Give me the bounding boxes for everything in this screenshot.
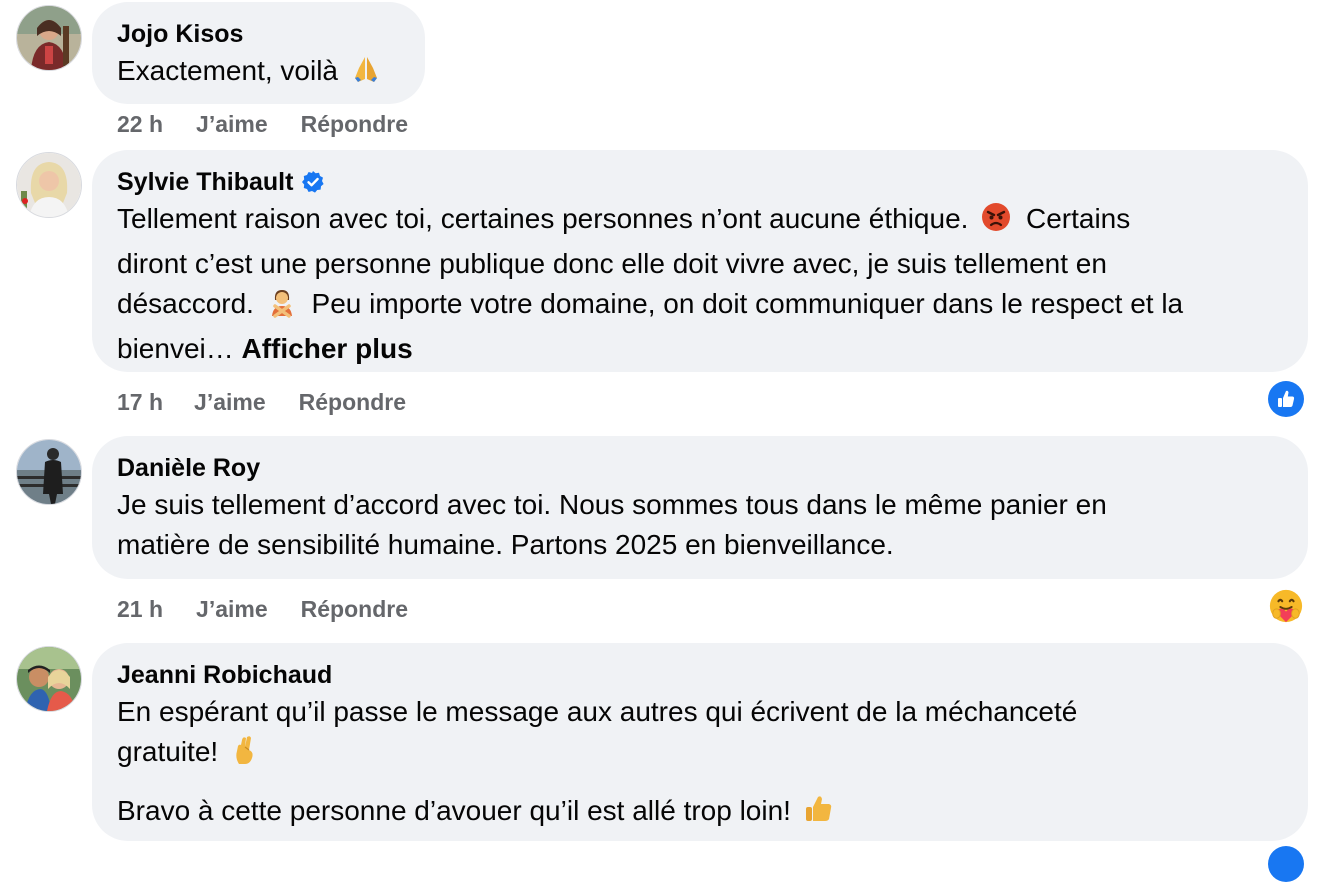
person-gesturing-no-icon (266, 286, 298, 329)
comment-text: Exactement, voilà (117, 51, 401, 96)
comment-text: En espérant qu’il passe le message aux a… (117, 692, 1284, 836)
comment-timestamp[interactable]: 21 h (117, 595, 163, 623)
comment-text-segment: diront c’est une personne publique donc … (117, 248, 1107, 279)
reply-button[interactable]: Répondre (299, 388, 406, 416)
like-button[interactable]: J’aime (196, 595, 268, 623)
comment-text-segment: désaccord. (117, 288, 254, 319)
avatar-daniele-roy[interactable] (16, 439, 82, 505)
like-button[interactable]: J’aime (196, 110, 268, 138)
crossed-fingers-icon (230, 734, 260, 777)
comment-text: Je suis tellement d’accord avec toi. Nou… (117, 485, 1284, 565)
author-name[interactable]: Jeanni Robichaud (117, 660, 332, 690)
comment-text-segment: Tellement raison avec toi, certaines per… (117, 203, 969, 234)
comment-paragraph: En espérant qu’il passe le message aux a… (117, 692, 1284, 777)
comment-text-segment: Peu importe votre domaine, on doit commu… (311, 288, 1184, 319)
comment-actions: 17 h J’aime Répondre (117, 388, 406, 416)
reply-button[interactable]: Répondre (301, 110, 408, 138)
thumbs-up-icon (803, 793, 835, 836)
comment-line: En espérant qu’il passe le message aux a… (117, 696, 1078, 727)
comment-author[interactable]: Jeanni Robichaud (117, 660, 1284, 690)
author-name[interactable]: Jojo Kisos (117, 19, 243, 49)
see-more-link[interactable]: Afficher plus (242, 333, 413, 364)
comment-line: Je suis tellement d’accord avec toi. Nou… (117, 489, 1107, 520)
like-reaction-icon[interactable] (1268, 381, 1304, 417)
care-reaction-icon[interactable] (1268, 588, 1304, 624)
author-name[interactable]: Danièle Roy (117, 453, 260, 483)
comment-author[interactable]: Sylvie Thibault (117, 167, 1284, 197)
comment-timestamp[interactable]: 22 h (117, 110, 163, 138)
folded-hands-icon (350, 53, 382, 96)
angry-face-icon (980, 201, 1012, 244)
avatar-jojo-kisos[interactable] (16, 5, 82, 71)
comment-author[interactable]: Jojo Kisos (117, 19, 401, 49)
comment-line: diront c’est une personne publique donc … (117, 244, 1284, 284)
comment-line: Bravo à cette personne d’avouer qu’il es… (117, 795, 791, 826)
comment-bubble: Danièle Roy Je suis tellement d’accord a… (92, 436, 1308, 579)
comment-actions: 21 h J’aime Répondre (117, 595, 408, 623)
comment-line: Tellement raison avec toi, certaines per… (117, 199, 1284, 244)
comment-line: bienvei… Afficher plus (117, 329, 1284, 369)
comment-bubble: Jeanni Robichaud En espérant qu’il passe… (92, 643, 1308, 841)
avatar-jeanni-robichaud[interactable] (16, 646, 82, 712)
comment-line: désaccord. Peu importe votre domaine, on… (117, 284, 1284, 329)
comment-text: Tellement raison avec toi, certaines per… (117, 199, 1284, 369)
comment-text-segment: bienvei… (117, 333, 234, 364)
like-button[interactable]: J’aime (194, 388, 266, 416)
comment-bubble: Sylvie Thibault Tellement raison avec to… (92, 150, 1308, 372)
comment-line: gratuite! (117, 736, 219, 767)
author-name[interactable]: Sylvie Thibault (117, 167, 293, 197)
comment-paragraph: Bravo à cette personne d’avouer qu’il es… (117, 791, 1284, 836)
like-reaction-icon[interactable] (1268, 846, 1304, 882)
comment-bubble: Jojo Kisos Exactement, voilà (92, 2, 425, 104)
comment-line: Exactement, voilà (117, 55, 338, 86)
comment-text-segment: Certains (1025, 203, 1131, 234)
comment-timestamp[interactable]: 17 h (117, 388, 163, 416)
avatar-sylvie-thibault[interactable] (16, 152, 82, 218)
comment-line: matière de sensibilité humaine. Partons … (117, 529, 894, 560)
verified-badge-icon (301, 170, 325, 194)
comment-author[interactable]: Danièle Roy (117, 453, 1284, 483)
comment-actions: 22 h J’aime Répondre (117, 110, 408, 138)
reply-button[interactable]: Répondre (301, 595, 408, 623)
